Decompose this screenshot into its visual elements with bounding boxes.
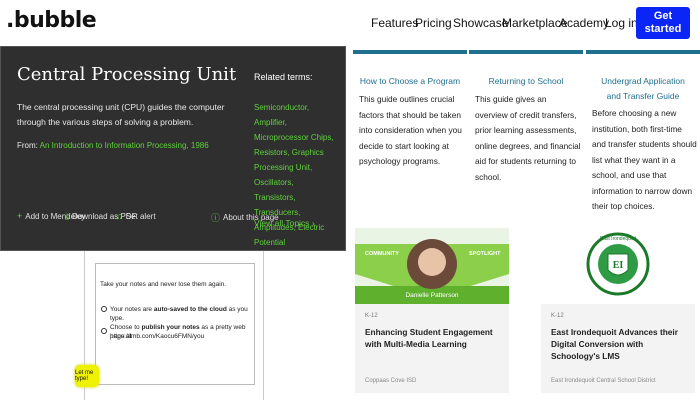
spotlight-person-name: Danielle Patterson — [405, 292, 458, 299]
svg-text:East Irondequoit: East Irondequoit — [600, 236, 637, 242]
info-icon: ⓘ — [211, 213, 221, 223]
about-page-button[interactable]: ⓘ About this page — [211, 211, 279, 224]
story-source: East Irondequoit Central School District — [551, 378, 656, 384]
publish-icon — [101, 328, 107, 334]
source-link[interactable]: An Introduction to Information Processin… — [40, 141, 209, 150]
guide-card[interactable]: How to Choose a Program This guide outli… — [353, 50, 467, 216]
story-title[interactable]: East Irondequoit Advances their Digital … — [551, 326, 691, 362]
nav-link-pricing[interactable]: Pricing — [415, 16, 452, 30]
banner-community-text: COMMUNITY — [365, 251, 399, 257]
guide-body: This guide gives an overview of credit t… — [475, 94, 581, 182]
story-card[interactable]: EI East Irondequoit K-12 East Irondequoi… — [541, 228, 695, 393]
notes-panel: Take your notes and never lose them agai… — [95, 263, 255, 385]
guide-card[interactable]: Undergrad Application and Transfer Guide… — [586, 50, 700, 216]
let-me-type-button[interactable]: Let me type! — [75, 365, 99, 387]
chevron-right-icon: › — [311, 218, 315, 228]
story-card[interactable]: COMMUNITY SPOTLIGHT Danielle Patterson K… — [355, 228, 509, 393]
school-seal-image: EI East Irondequoit — [541, 228, 695, 304]
top-nav: .bubble Features Pricing Showcase Market… — [0, 0, 700, 46]
popup-description: The central processing unit (CPU) guides… — [17, 102, 225, 127]
popup-title: Central Processing Unit — [17, 64, 237, 85]
nav-link-academy[interactable]: Academy — [559, 16, 609, 30]
community-spotlight-banner: COMMUNITY SPOTLIGHT Danielle Patterson — [355, 228, 509, 304]
logo[interactable]: .bubble — [6, 8, 97, 33]
banner-spotlight-text: SPOTLIGHT — [469, 251, 501, 257]
source-label: From: — [17, 141, 38, 150]
set-alert-button[interactable]: ♫ Set alert — [116, 211, 156, 221]
nav-link-features[interactable]: Features — [371, 16, 418, 30]
get-started-button[interactable]: Get started — [636, 7, 690, 39]
plus-icon: + — [17, 211, 23, 221]
story-title[interactable]: Enhancing Student Engagement with Multi-… — [365, 326, 505, 350]
popup-source: From: An Introduction to Information Pro… — [17, 141, 209, 150]
notes-intro: Take your notes and never lose them agai… — [100, 281, 227, 288]
guide-body: This guide outlines crucial factors that… — [359, 94, 462, 166]
story-tag: K-12 — [365, 313, 378, 319]
about-label: About this page — [223, 213, 279, 222]
story-source: Coppaas Cove ISD — [365, 378, 417, 384]
guide-title[interactable]: Undergrad Application and Transfer Guide — [586, 74, 700, 104]
related-terms-heading: Related terms: — [254, 72, 313, 82]
nav-link-marketplace[interactable]: Marketplace — [502, 16, 567, 30]
notes-card: Take your notes and never lose them agai… — [84, 251, 264, 400]
topic-popup: Central Processing Unit The central proc… — [0, 46, 346, 251]
guide-body: Before choosing a new institution, both … — [592, 108, 697, 211]
download-icon: ⤓ — [65, 211, 69, 221]
guide-card[interactable]: Returning to School This guide gives an … — [469, 50, 583, 216]
story-tag: K-12 — [551, 313, 564, 319]
nav-link-login[interactable]: Log in — [605, 16, 638, 30]
guide-title[interactable]: Returning to School — [469, 74, 583, 89]
bell-icon: ♫ — [116, 211, 123, 221]
alert-label: Set alert — [125, 211, 156, 221]
notes-autosave: Your notes are auto-saved to the cloud a… — [110, 306, 248, 322]
cloud-icon — [101, 306, 107, 312]
svg-text:EI: EI — [613, 260, 624, 271]
nav-link-showcase[interactable]: Showcase — [453, 16, 508, 30]
notes-url[interactable]: https://lmb.com/Kaocu6FMN/you — [110, 332, 254, 341]
guide-title[interactable]: How to Choose a Program — [353, 74, 467, 89]
